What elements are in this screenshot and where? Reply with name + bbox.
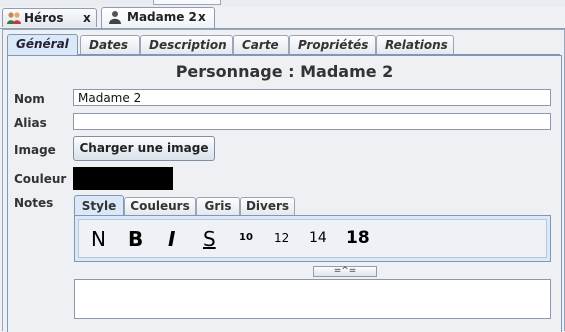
top-strip [0,0,565,7]
document-tabs: Héros x Madame 2 x [0,7,565,29]
notes-label: Notes [14,196,54,210]
close-icon[interactable]: x [198,8,206,26]
person-icon [108,10,124,24]
alias-label: Alias [14,116,47,130]
character-panel: Général Dates Description Carte Propriét… [2,29,565,332]
tab-dates[interactable]: Dates [80,35,140,54]
color-swatch[interactable] [73,167,173,190]
doc-tab-heros[interactable]: Héros x [2,8,97,27]
splitter-handle[interactable]: =^= [313,266,377,277]
nom-field[interactable] [73,89,551,106]
toolbar-inner: N B I S 10 12 14 18 [78,219,547,258]
heroes-group-icon [6,11,22,25]
general-content: Personnage : Madame 2 Nom Alias Image Ch… [7,55,562,332]
doc-tab-label: Madame 2 [127,10,197,24]
couleur-label: Couleur [14,172,67,186]
alias-field[interactable] [73,113,551,130]
tab-proprietes[interactable]: Propriétés [289,35,376,54]
tab-gris[interactable]: Gris [196,197,240,215]
tab-relations[interactable]: Relations [376,35,454,54]
page-title: Personnage : Madame 2 [175,62,394,81]
size-12-button[interactable]: 12 [274,231,289,245]
tab-general[interactable]: Général [7,34,78,55]
tab-divers[interactable]: Divers [240,197,295,215]
image-label: Image [14,143,56,157]
top-tab-stub[interactable] [153,0,221,5]
section-tabs: Général Dates Description Carte Propriét… [7,34,560,55]
size-14-button[interactable]: 14 [309,230,327,246]
strike-button[interactable]: S [203,227,216,251]
tab-description[interactable]: Description [140,35,233,54]
size-10-button[interactable]: 10 [239,232,253,243]
close-icon[interactable]: x [83,9,91,27]
bold-button[interactable]: B [128,227,143,251]
italic-button[interactable]: I [168,227,175,251]
notes-textarea[interactable] [74,279,551,319]
load-image-button[interactable]: Charger une image [73,136,215,161]
normal-button[interactable]: N [91,227,106,251]
style-toolbar: N B I S 10 12 14 18 [74,215,551,262]
doc-tab-madame-2[interactable]: Madame 2 x [101,7,215,28]
tab-carte[interactable]: Carte [233,35,289,54]
nom-label: Nom [14,92,45,106]
tab-style[interactable]: Style [74,195,124,216]
tab-couleurs[interactable]: Couleurs [124,197,196,215]
notes-format-tabs: Style Couleurs Gris Divers [74,195,552,216]
doc-tab-label: Héros [24,11,64,25]
size-18-button[interactable]: 18 [346,228,370,248]
